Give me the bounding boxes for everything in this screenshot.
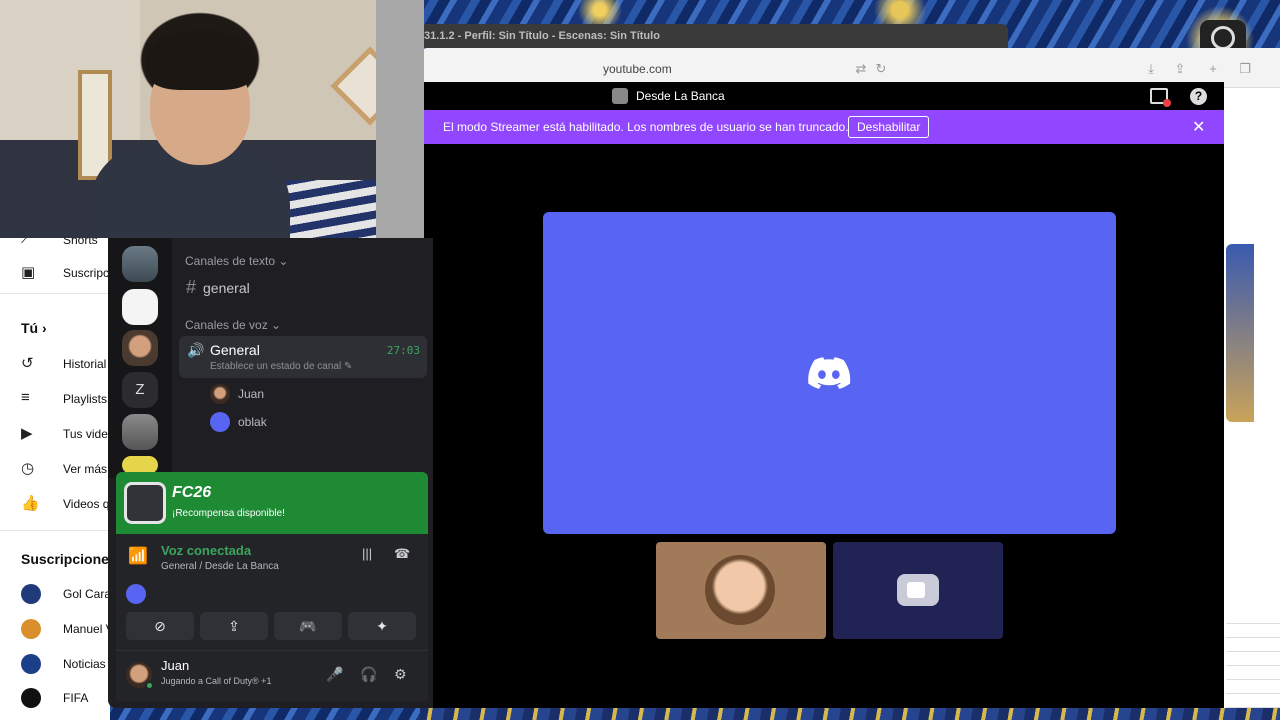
tabs-overview-icon[interactable]: ❐ — [1237, 61, 1253, 77]
text-channel-general[interactable]: # general — [186, 277, 250, 298]
channel-avatar — [21, 654, 41, 674]
server-icon[interactable] — [122, 246, 158, 282]
server-list: Z — [108, 238, 172, 478]
playlists-icon: ≡ — [21, 389, 30, 406]
subscriptions-icon: ▣ — [21, 264, 36, 281]
channel-avatar — [21, 584, 41, 604]
voice-connected-subtitle[interactable]: General / Desde La Banca — [161, 561, 279, 572]
discord-logo-icon — [808, 357, 851, 389]
watch-later-icon: ◷ — [21, 460, 35, 477]
channel-avatar — [21, 619, 41, 639]
promo-title: FC26 — [172, 484, 212, 501]
promo-thumbnail — [124, 482, 166, 524]
server-icon[interactable] — [122, 289, 158, 325]
subscriptions-header[interactable]: Suscripciones — [21, 551, 117, 567]
avatar — [210, 384, 230, 404]
webcam-overlay — [0, 0, 424, 238]
participant-tile-camera-off[interactable] — [833, 542, 1003, 639]
download-icon[interactable]: ⤓ — [1143, 61, 1159, 77]
discord-app: Desde La Banca ? El modo Streamer está h… — [420, 82, 1224, 708]
participant-tile-video[interactable] — [656, 542, 826, 639]
header-title: Desde La Banca — [636, 89, 725, 103]
channel-status-field[interactable]: Establece un estado de canal ✎ — [210, 361, 352, 372]
you-section-header[interactable]: Tú › — [21, 320, 47, 336]
speaker-icon: 🔊 — [187, 342, 205, 358]
disconnect-icon[interactable]: ☎ — [394, 546, 410, 562]
new-tab-icon[interactable]: + — [1205, 61, 1221, 77]
soundboard-button[interactable]: ✦ — [348, 612, 416, 640]
avatar — [210, 412, 230, 432]
text-category-header[interactable]: Canales de texto ⌄ — [185, 254, 288, 268]
chevron-right-icon: › — [42, 320, 47, 336]
video-thumbnail[interactable] — [1226, 618, 1280, 708]
user-status: Jugando a Call of Duty® +1 — [161, 676, 272, 686]
server-icon — [612, 88, 628, 104]
signal-icon: 📶 — [128, 548, 148, 565]
discord-header: Desde La Banca ? — [420, 82, 1224, 110]
hash-icon: # — [186, 277, 197, 297]
participant-avatar — [705, 555, 775, 625]
voice-timer: 27:03 — [386, 344, 420, 357]
screen-share-icon[interactable] — [1150, 88, 1171, 107]
voice-category-header[interactable]: Canales de voz ⌄ — [185, 318, 281, 332]
divider — [0, 293, 110, 294]
camera-toggle-button[interactable]: ⊘ — [126, 612, 194, 640]
liked-icon: 👍 — [21, 495, 40, 512]
browser-window: youtube.com ⇄ ↻ ⤓ ⇪ + ❐ Desde La Banca ?… — [420, 48, 1280, 708]
streamer-mode-banner: El modo Streamer está habilitado. Los no… — [420, 110, 1224, 144]
history-icon: ↺ — [21, 355, 34, 372]
reload-icon[interactable]: ↻ — [873, 61, 889, 77]
close-icon[interactable]: ✕ — [1192, 117, 1205, 137]
screen-share-button[interactable]: ⇪ — [200, 612, 268, 640]
camera-icon — [897, 574, 939, 606]
channel-list: Canales de texto ⌄ # general Canales de v… — [172, 238, 433, 478]
voice-channel-general[interactable]: 🔊 General 27:03 Establece un estado de c… — [179, 336, 427, 378]
server-icon[interactable] — [122, 330, 158, 366]
headphones-icon[interactable]: 🎧 — [360, 666, 377, 683]
share-icon[interactable]: ⇪ — [1172, 61, 1188, 77]
server-icon[interactable]: Z — [122, 372, 158, 408]
noise-suppression-icon[interactable]: ||| — [362, 546, 372, 561]
pencil-icon: ✎ — [344, 361, 353, 372]
online-status-dot — [145, 681, 154, 690]
server-icon[interactable] — [122, 414, 158, 450]
divider — [0, 530, 110, 531]
laptop-edge — [376, 0, 424, 238]
settings-gear-icon[interactable]: ⚙ — [394, 666, 407, 683]
activities-button[interactable]: 🎮 — [274, 612, 342, 640]
discord-icon[interactable] — [126, 584, 146, 604]
voice-stage-tile[interactable] — [543, 212, 1116, 534]
video-thumbnail[interactable] — [1226, 244, 1254, 422]
disable-streamer-button[interactable]: Deshabilitar — [848, 116, 930, 138]
streamer-banner-text: El modo Streamer está habilitado. Los no… — [443, 120, 849, 134]
help-icon[interactable]: ? — [1190, 88, 1207, 105]
voice-connection-panel: 📶 Voz conectada General / Desde La Banca… — [116, 534, 428, 702]
translate-icon[interactable]: ⇄ — [853, 61, 869, 77]
voice-connected-title[interactable]: Voz conectada — [161, 543, 251, 558]
youtube-sidebar: ⟋ Shorts ▣ Suscripc Tú › ↺ Historial ≡ P… — [0, 230, 117, 720]
divider — [116, 650, 428, 651]
promo-subtitle: ¡Recompensa disponible! — [172, 508, 285, 519]
reward-promo-banner[interactable]: FC26 ¡Recompensa disponible! — [116, 472, 428, 534]
address-bar[interactable]: youtube.com — [603, 62, 672, 76]
person-hair — [146, 30, 256, 90]
obs-title: 31.1.2 - Perfil: Sin Título - Escenas: S… — [424, 30, 660, 42]
microphone-icon[interactable]: 🎤 — [326, 666, 343, 683]
channel-avatar — [21, 688, 41, 708]
your-videos-icon: ▶ — [21, 425, 33, 442]
obs-title-bar: 31.1.2 - Perfil: Sin Título - Escenas: S… — [420, 24, 1008, 48]
discord-sidebar-panel: Z Canales de texto ⌄ # general Canales de… — [108, 238, 433, 708]
user-name[interactable]: Juan — [161, 658, 189, 673]
